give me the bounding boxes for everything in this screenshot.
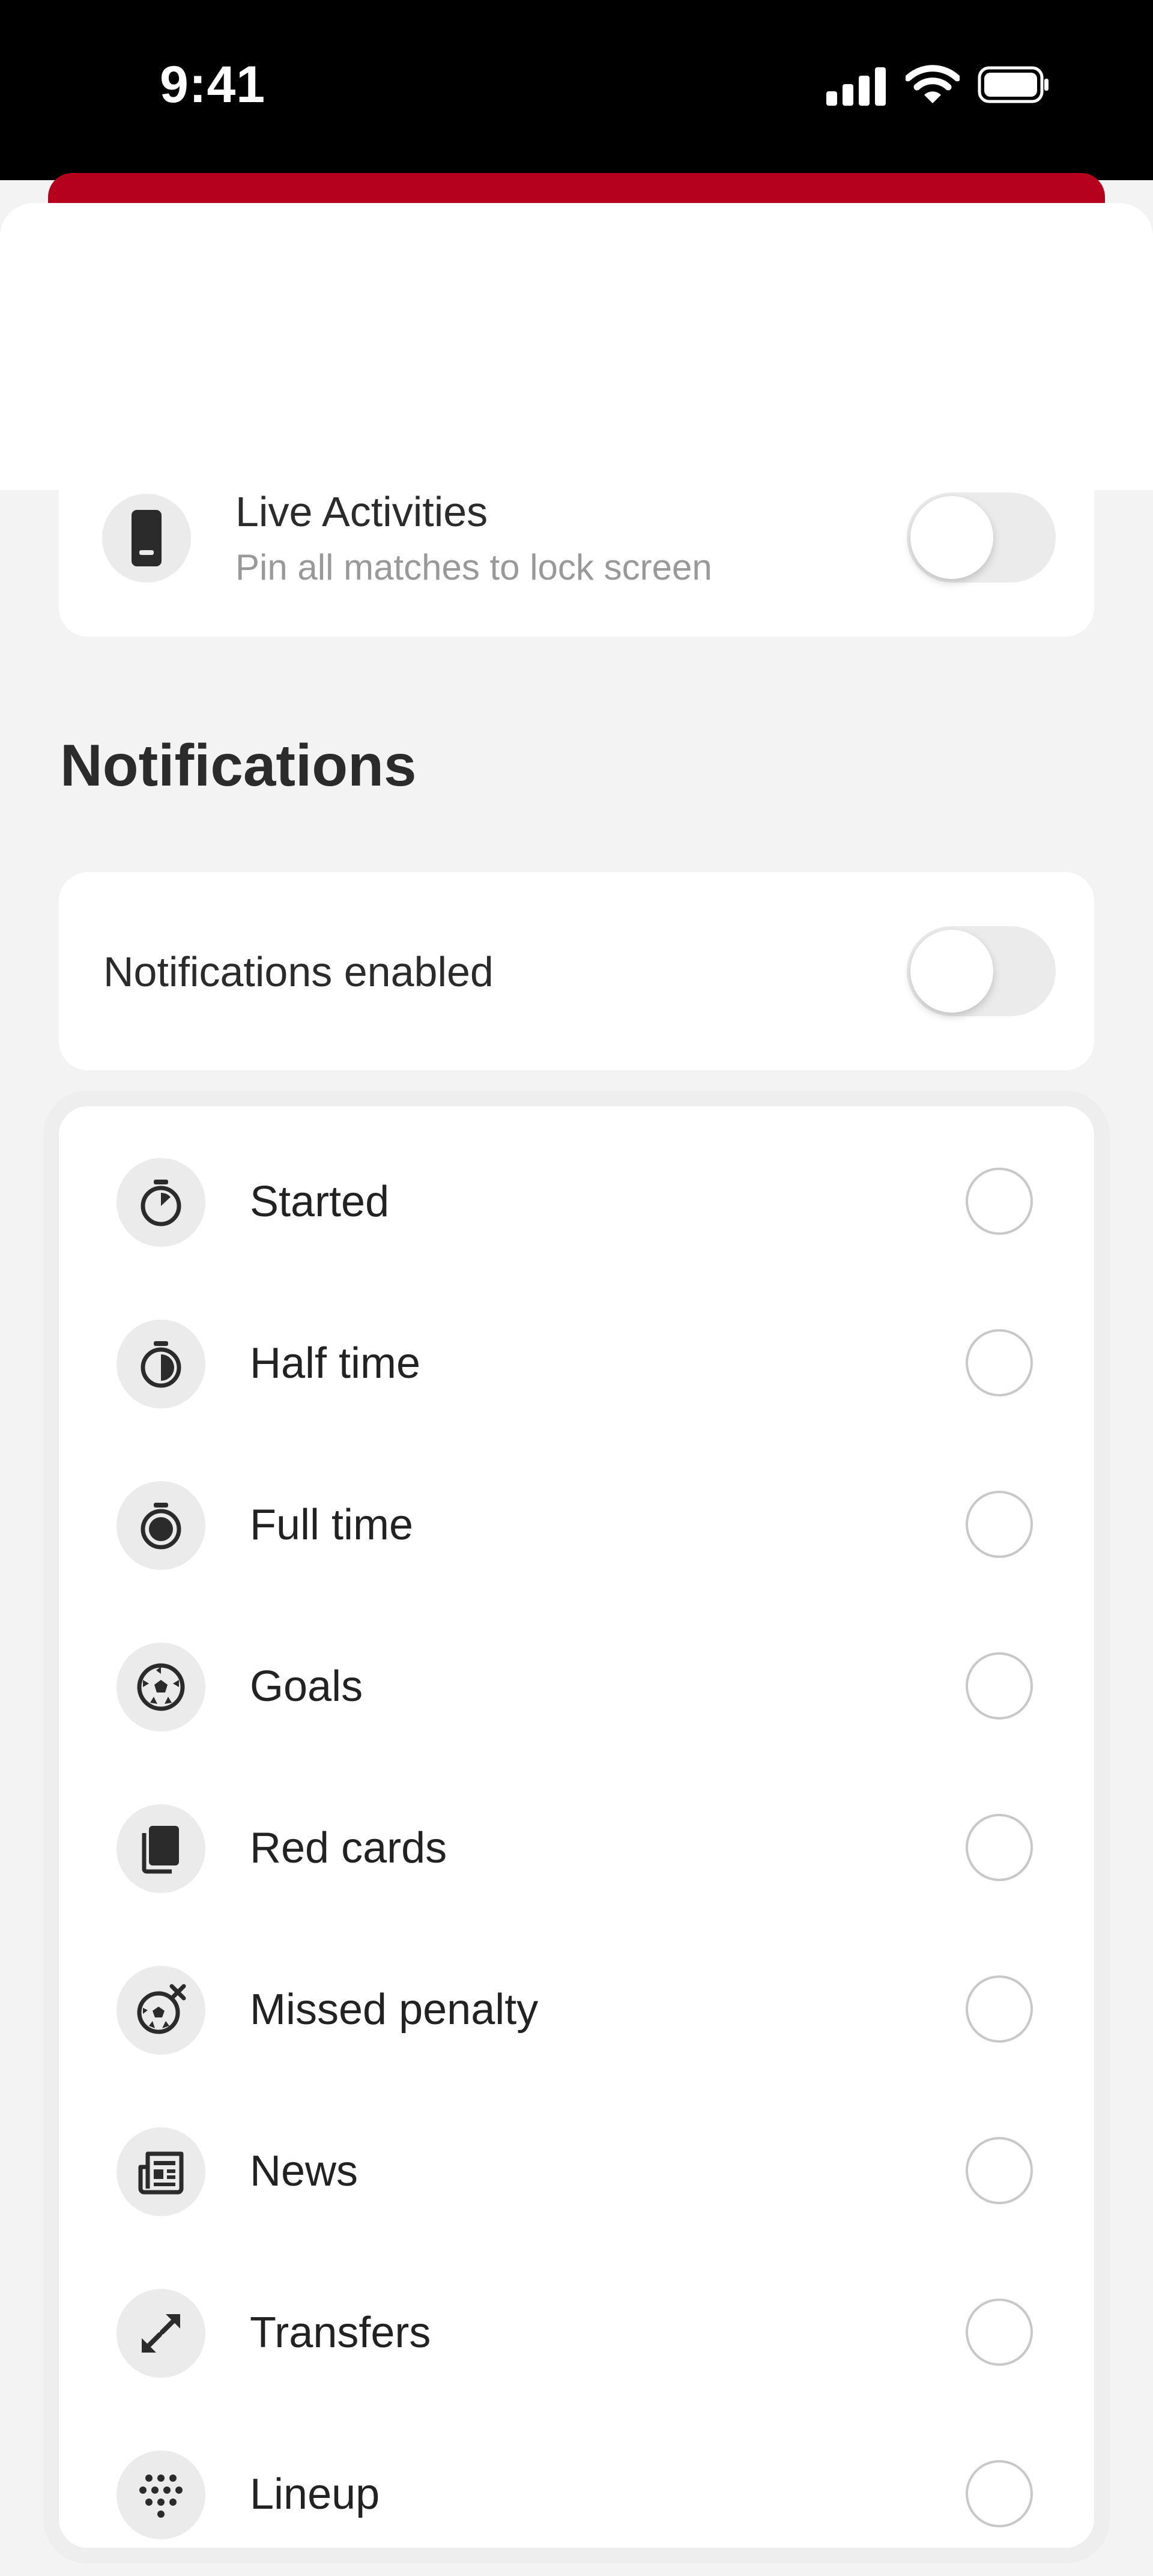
newspaper-icon (117, 2127, 205, 2216)
section-title: Notifications (60, 732, 417, 798)
lineup-dots-icon (117, 2450, 205, 2539)
card-icon (117, 1804, 205, 1893)
radio-button[interactable] (966, 1329, 1033, 1396)
list-item-label: Half time (250, 1339, 421, 1387)
radio-button[interactable] (966, 1168, 1033, 1235)
live-activities-toggle[interactable] (907, 492, 1056, 583)
stopwatch-full-icon (117, 1481, 205, 1570)
list-item-label: Started (250, 1178, 390, 1226)
list-item[interactable]: Lineup (59, 2414, 1094, 2576)
live-activities-subtitle: Pin all matches to lock screen (235, 547, 712, 587)
status-bar: 9:41 (0, 0, 1153, 180)
list-item-label: Missed penalty (250, 1986, 539, 2034)
sheet-header (0, 203, 1153, 490)
radio-button[interactable] (966, 1652, 1033, 1720)
signal-icon (826, 66, 886, 106)
stopwatch-half-icon (117, 1320, 205, 1408)
list-item-label: Full time (250, 1501, 414, 1549)
list-item[interactable]: Started (59, 1122, 1094, 1283)
list-item[interactable]: Red cards (59, 1768, 1094, 1930)
stopwatch-icon (117, 1158, 205, 1247)
list-item-label: Transfers (250, 2309, 431, 2357)
transfer-arrows-icon (117, 2289, 205, 2378)
phone-icon (102, 494, 191, 583)
list-item-label: Lineup (250, 2470, 380, 2518)
radio-button[interactable] (966, 1975, 1033, 2043)
list-item[interactable]: Transfers (59, 2253, 1094, 2414)
list-item-label: Red cards (250, 1824, 447, 1872)
list-item[interactable]: News (59, 2091, 1094, 2253)
football-icon (117, 1643, 205, 1732)
notifications-enabled-label: Notifications enabled (103, 948, 494, 995)
radio-button[interactable] (966, 2460, 1033, 2527)
radio-button[interactable] (966, 2299, 1033, 2366)
list-item[interactable]: Full time (59, 1445, 1094, 1607)
radio-button[interactable] (966, 1814, 1033, 1881)
status-time: 9:41 (160, 56, 266, 114)
radio-button[interactable] (966, 2137, 1033, 2204)
list-item[interactable]: Missed penalty (59, 1930, 1094, 2091)
wifi-icon (906, 62, 960, 106)
list-item-label: Goals (250, 1662, 363, 1711)
live-activities-title: Live Activities (235, 488, 488, 535)
battery-icon (978, 66, 1050, 103)
radio-button[interactable] (966, 1491, 1033, 1558)
football-cross-icon (117, 1966, 205, 2055)
notifications-toggle[interactable] (907, 926, 1056, 1016)
list-item[interactable]: Half time (59, 1283, 1094, 1445)
list-item[interactable]: Goals (59, 1607, 1094, 1768)
list-item-label: News (250, 2147, 359, 2195)
